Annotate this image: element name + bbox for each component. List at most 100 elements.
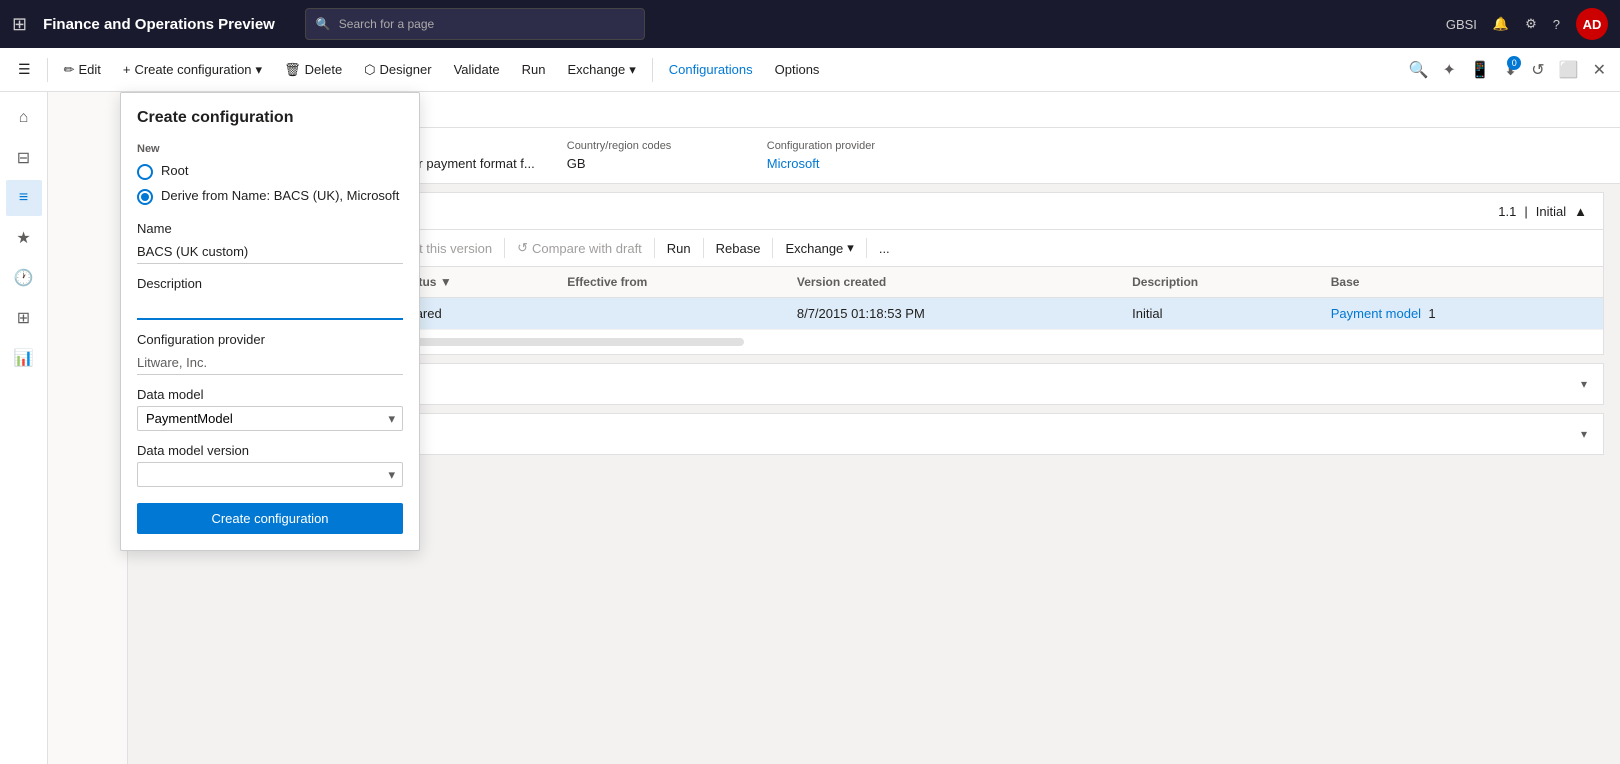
compare-icon: ↺ xyxy=(517,240,528,256)
components-chevron-icon: ▾ xyxy=(1581,427,1587,441)
vtb-sep7 xyxy=(866,238,867,258)
grid-icon[interactable]: ⊞ xyxy=(12,14,27,35)
settings-icon[interactable]: ⚙ xyxy=(1525,16,1537,32)
versions-chevron-up-icon[interactable]: ▲ xyxy=(1574,204,1587,219)
data-model-version-select[interactable] xyxy=(137,462,403,487)
topbar: ⊞ Finance and Operations Preview 🔍 Searc… xyxy=(0,0,1620,48)
col-version-created: Version created xyxy=(785,267,1120,298)
validate-label: Validate xyxy=(454,62,500,77)
name-input[interactable] xyxy=(137,240,403,264)
mobile-icon[interactable]: 📱 xyxy=(1464,54,1496,86)
user-label: GBSI xyxy=(1446,17,1477,32)
search-icon: 🔍 xyxy=(316,17,331,31)
sparkle-icon[interactable]: ✦ xyxy=(1437,54,1462,86)
delete-button[interactable]: 🗑 Delete xyxy=(274,56,352,84)
exchange-button[interactable]: Exchange ▾ xyxy=(557,56,645,84)
vtb-sep6 xyxy=(772,238,773,258)
delete-label: Delete xyxy=(305,62,343,77)
base-version: 1 xyxy=(1428,306,1435,321)
vtb-sep5 xyxy=(703,238,704,258)
vtb-sep3 xyxy=(504,238,505,258)
exchange-label: Exchange xyxy=(567,62,625,77)
create-configuration-button[interactable]: Create configuration xyxy=(137,503,403,534)
avatar[interactable]: AD xyxy=(1576,8,1608,40)
sidebar-filter-icon[interactable]: ⊟ xyxy=(6,140,42,176)
sidebar-item-reports[interactable]: 📊 xyxy=(6,340,42,376)
rebase-label: Rebase xyxy=(716,241,761,256)
edit-button[interactable]: ✏ Edit xyxy=(54,56,111,84)
commandbar: ☰ ✏ Edit + Create configuration ▾ 🗑 Dele… xyxy=(0,48,1620,92)
configurations-tab[interactable]: Configurations xyxy=(659,56,763,83)
dropdown-title: Create configuration xyxy=(137,109,403,127)
meta-provider-value[interactable]: Microsoft xyxy=(767,156,967,171)
sidebar-item-recent[interactable]: 🕐 xyxy=(6,260,42,296)
version-number: 1.1 xyxy=(1498,204,1516,219)
meta-country-field: Country/region codes GB xyxy=(567,140,767,171)
compare-label: Compare with draft xyxy=(532,241,642,256)
radio-derive-circle xyxy=(137,189,153,205)
meta-country-label: Country/region codes xyxy=(567,140,735,152)
filter-icon[interactable]: ▼ xyxy=(440,275,452,289)
edit-label: Edit xyxy=(78,62,100,77)
versions-exchange-button[interactable]: Exchange ▾ xyxy=(777,236,861,260)
designer-label: Designer xyxy=(380,62,432,77)
separator xyxy=(47,58,48,82)
separator2 xyxy=(652,58,653,82)
help-icon[interactable]: ? xyxy=(1553,17,1560,32)
create-config-button[interactable]: + Create configuration ▾ xyxy=(113,56,272,84)
cell-base: Payment model 1 xyxy=(1319,298,1603,330)
versions-run-button[interactable]: Run xyxy=(659,237,699,260)
description-input[interactable] xyxy=(137,295,403,320)
col-effective-from: Effective from xyxy=(555,267,785,298)
topbar-actions: GBSI 🔔 ⚙ ? AD xyxy=(1446,8,1608,40)
sidebar-item-workspace[interactable]: ⊞ xyxy=(6,300,42,336)
meta-provider-field: Configuration provider Microsoft xyxy=(767,140,967,171)
sidebar-item-home[interactable]: ⌂ xyxy=(6,100,42,136)
cmd-search-icon[interactable]: 🔍 xyxy=(1403,54,1435,86)
refresh-icon[interactable]: ↺ xyxy=(1525,54,1550,86)
radio-derive-item[interactable]: Derive from Name: BACS (UK), Microsoft xyxy=(137,188,403,205)
designer-button[interactable]: ⬡ Designer xyxy=(354,56,441,84)
edit-icon: ✏ xyxy=(64,62,75,78)
menu-icon: ☰ xyxy=(18,61,31,78)
rebase-button[interactable]: Rebase xyxy=(708,237,769,260)
download-icon[interactable]: ⬇ 0 xyxy=(1498,54,1523,86)
more-button[interactable]: ... xyxy=(871,237,898,260)
cell-version-created: 8/7/2015 01:18:53 PM xyxy=(785,298,1120,330)
run-button[interactable]: Run xyxy=(512,56,556,83)
radio-root-circle xyxy=(137,164,153,180)
hamburger-menu[interactable]: ☰ xyxy=(8,55,41,84)
versions-exchange-label: Exchange xyxy=(785,241,843,256)
designer-icon: ⬡ xyxy=(364,62,375,78)
versions-run-label: Run xyxy=(667,241,691,256)
minimize-icon[interactable]: ⬜ xyxy=(1553,54,1585,86)
validate-button[interactable]: Validate xyxy=(444,56,510,83)
notification-icon[interactable]: 🔔 xyxy=(1493,16,1509,32)
base-link[interactable]: Payment model xyxy=(1331,306,1421,321)
sidebar: ⌂ ⊟ ≡ ★ 🕐 ⊞ 📊 xyxy=(0,92,48,764)
nav-panel xyxy=(48,92,128,764)
version-status: Initial xyxy=(1536,204,1566,219)
search-placeholder: Search for a page xyxy=(339,17,434,31)
config-provider-label: Configuration provider xyxy=(137,332,403,347)
trash-icon: 🗑 xyxy=(284,62,301,78)
data-model-select[interactable]: PaymentModel xyxy=(137,406,403,431)
exchange-chevron-icon: ▾ xyxy=(847,240,854,256)
cell-description: Initial xyxy=(1120,298,1319,330)
col-base: Base xyxy=(1319,267,1603,298)
close-icon[interactable]: ✕ xyxy=(1587,54,1612,86)
sidebar-item-favorites[interactable]: ★ xyxy=(6,220,42,256)
radio-root-item[interactable]: Root xyxy=(137,163,403,180)
radio-derive-label: Derive from Name: BACS (UK), Microsoft xyxy=(161,188,399,203)
search-box[interactable]: 🔍 Search for a page xyxy=(305,8,645,40)
dropdown-section-label: New xyxy=(137,143,403,155)
data-model-select-wrapper: PaymentModel xyxy=(137,406,403,431)
configurations-label: Configurations xyxy=(669,62,753,77)
options-tab[interactable]: Options xyxy=(765,56,830,83)
compare-button[interactable]: ↺ Compare with draft xyxy=(509,236,650,260)
meta-provider-label: Configuration provider xyxy=(767,140,967,152)
sidebar-item-list[interactable]: ≡ xyxy=(6,180,42,216)
iso-chevron-icon: ▾ xyxy=(1581,377,1587,391)
cell-effective-from xyxy=(555,298,785,330)
data-model-version-select-wrapper xyxy=(137,462,403,487)
